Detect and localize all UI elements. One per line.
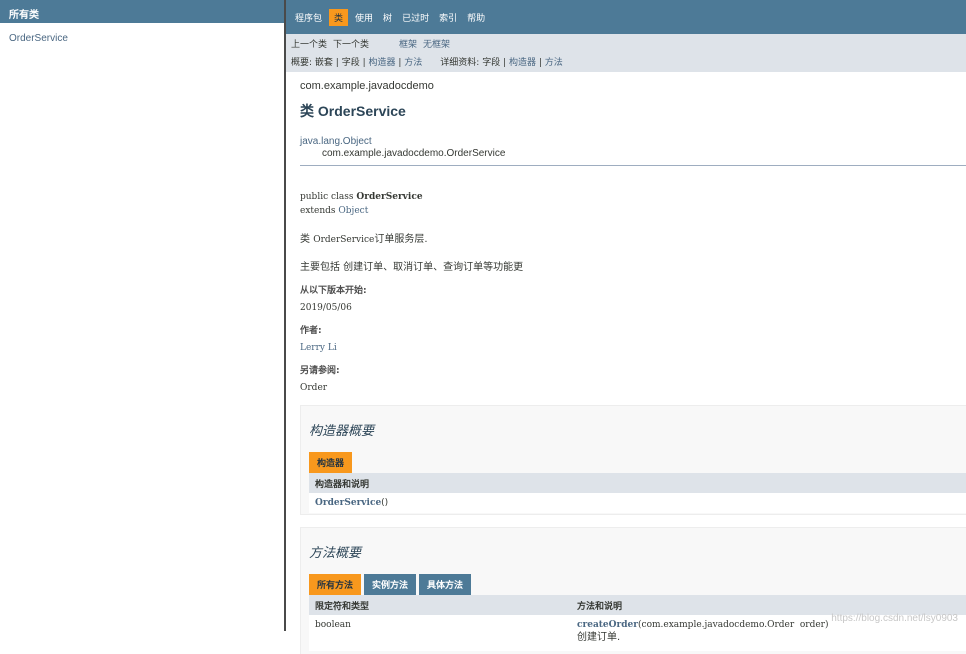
since-value: 2019/05/06	[300, 303, 352, 313]
constructor-summary: 构造器概要 构造器 构造器和说明 OrderService()	[300, 405, 966, 515]
desc-suffix: 订单服务层.	[374, 234, 428, 245]
method-table-header: 限定符和类型 方法和说明	[309, 595, 966, 615]
sig-prefix: public class	[300, 192, 357, 202]
detail-method-link[interactable]: 方法	[545, 58, 563, 68]
tab-instance-methods[interactable]: 实例方法	[364, 574, 417, 595]
nav-index[interactable]: 索引	[434, 9, 462, 26]
tab-all-methods[interactable]: 所有方法	[309, 574, 362, 595]
method-return-type: boolean	[315, 620, 351, 630]
see-also-label: 另请参阅:	[300, 366, 340, 376]
class-link-orderservice[interactable]: OrderService	[9, 33, 284, 44]
summary-nav: 概要: 嵌套 | 字段 | 构造器 | 方法	[291, 58, 423, 68]
tab-constructors: 构造器	[309, 452, 353, 473]
col-modifier-type: 限定符和类型	[315, 601, 370, 612]
sig-name: OrderService	[356, 192, 423, 202]
detail-label: 详细资料:	[440, 58, 480, 68]
inheritance-tree: java.lang.Object com.example.javadocdemo…	[300, 136, 966, 159]
next-class-link[interactable]: 下一个类	[333, 37, 369, 52]
prev-class-link[interactable]: 上一个类	[291, 37, 327, 52]
summary-method-link[interactable]: 方法	[404, 58, 422, 68]
no-frames-link[interactable]: 无框架	[423, 37, 450, 52]
nav-tree[interactable]: 树	[378, 9, 397, 26]
detail-nav: 详细资料: 字段 | 构造器 | 方法	[440, 58, 563, 68]
page-title: 类 OrderService	[300, 103, 406, 119]
desc-code: OrderService	[313, 235, 375, 245]
detail-constructor-link[interactable]: 构造器	[509, 58, 536, 68]
top-navbar: 程序包 类 使用 树 已过时 索引 帮助	[286, 0, 966, 34]
all-classes-frame: 所有类 OrderService	[0, 0, 284, 654]
detail-field: 字段	[482, 58, 501, 68]
nav-package[interactable]: 程序包	[290, 9, 327, 26]
class-content: com.example.javadocdemo 类 OrderService j…	[286, 80, 966, 654]
summary-label: 概要:	[291, 58, 313, 68]
constructor-summary-title: 构造器概要	[309, 423, 375, 438]
method-tabs: 所有方法 实例方法 具体方法	[309, 574, 966, 595]
package-name: com.example.javadocdemo	[300, 80, 434, 92]
sub-navbar: 上一个类 下一个类 框架 无框架 概要: 嵌套 | 字段 | 构造器 | 方法 …	[286, 34, 966, 72]
method-description: 创建订单.	[577, 632, 621, 643]
tab-concrete-methods[interactable]: 具体方法	[419, 574, 472, 595]
table-row: OrderService()	[309, 493, 966, 513]
class-description-2: 主要包括 创建订单、取消订单、查询订单等功能更	[300, 262, 524, 273]
constructor-tabs: 构造器	[309, 452, 966, 473]
constructor-params: ()	[381, 498, 389, 508]
author-value: Lerry Li	[300, 343, 337, 353]
nav-help[interactable]: 帮助	[462, 9, 490, 26]
nav-use[interactable]: 使用	[350, 9, 378, 26]
constructor-link[interactable]: OrderService	[315, 498, 381, 508]
author-label: 作者:	[300, 326, 322, 336]
divider	[300, 165, 966, 166]
see-also-value[interactable]: Order	[300, 383, 966, 393]
nav-deprecated[interactable]: 已过时	[397, 9, 434, 26]
summary-field: 字段	[341, 58, 360, 68]
all-classes-header: 所有类	[0, 0, 284, 23]
method-link-createorder[interactable]: createOrder	[577, 620, 638, 630]
nav-class: 类	[329, 8, 349, 26]
method-summary: 方法概要 所有方法 实例方法 具体方法 限定符和类型 方法和说明 boolean…	[300, 527, 966, 654]
since-label: 从以下版本开始:	[300, 286, 367, 296]
watermark: https://blog.csdn.net/lsy0903	[831, 613, 958, 624]
inherit-root-link[interactable]: java.lang.Object	[300, 136, 966, 147]
desc-prefix: 类	[300, 234, 314, 245]
summary-constructor-link[interactable]: 构造器	[368, 58, 395, 68]
class-frame: 程序包 类 使用 树 已过时 索引 帮助 上一个类 下一个类 框架 无框架 概要…	[286, 0, 966, 654]
constructor-table-header: 构造器和说明	[309, 473, 966, 493]
method-summary-title: 方法概要	[309, 545, 362, 560]
method-cell: createOrder(com.example.javadocdemo.Orde…	[577, 620, 829, 646]
frames-link[interactable]: 框架	[399, 37, 417, 52]
class-description: 类 OrderService订单服务层.	[300, 230, 966, 245]
inherit-child: com.example.javadocdemo.OrderService	[322, 148, 506, 159]
class-signature: public class OrderService extends Object	[300, 190, 966, 218]
superclass-link[interactable]: Object	[338, 206, 368, 216]
method-params: (com.example.javadocdemo.Order order)	[638, 620, 829, 630]
col-method-desc: 方法和说明	[577, 601, 623, 612]
summary-nested: 嵌套	[314, 58, 333, 68]
sig-extends: extends	[300, 206, 339, 216]
